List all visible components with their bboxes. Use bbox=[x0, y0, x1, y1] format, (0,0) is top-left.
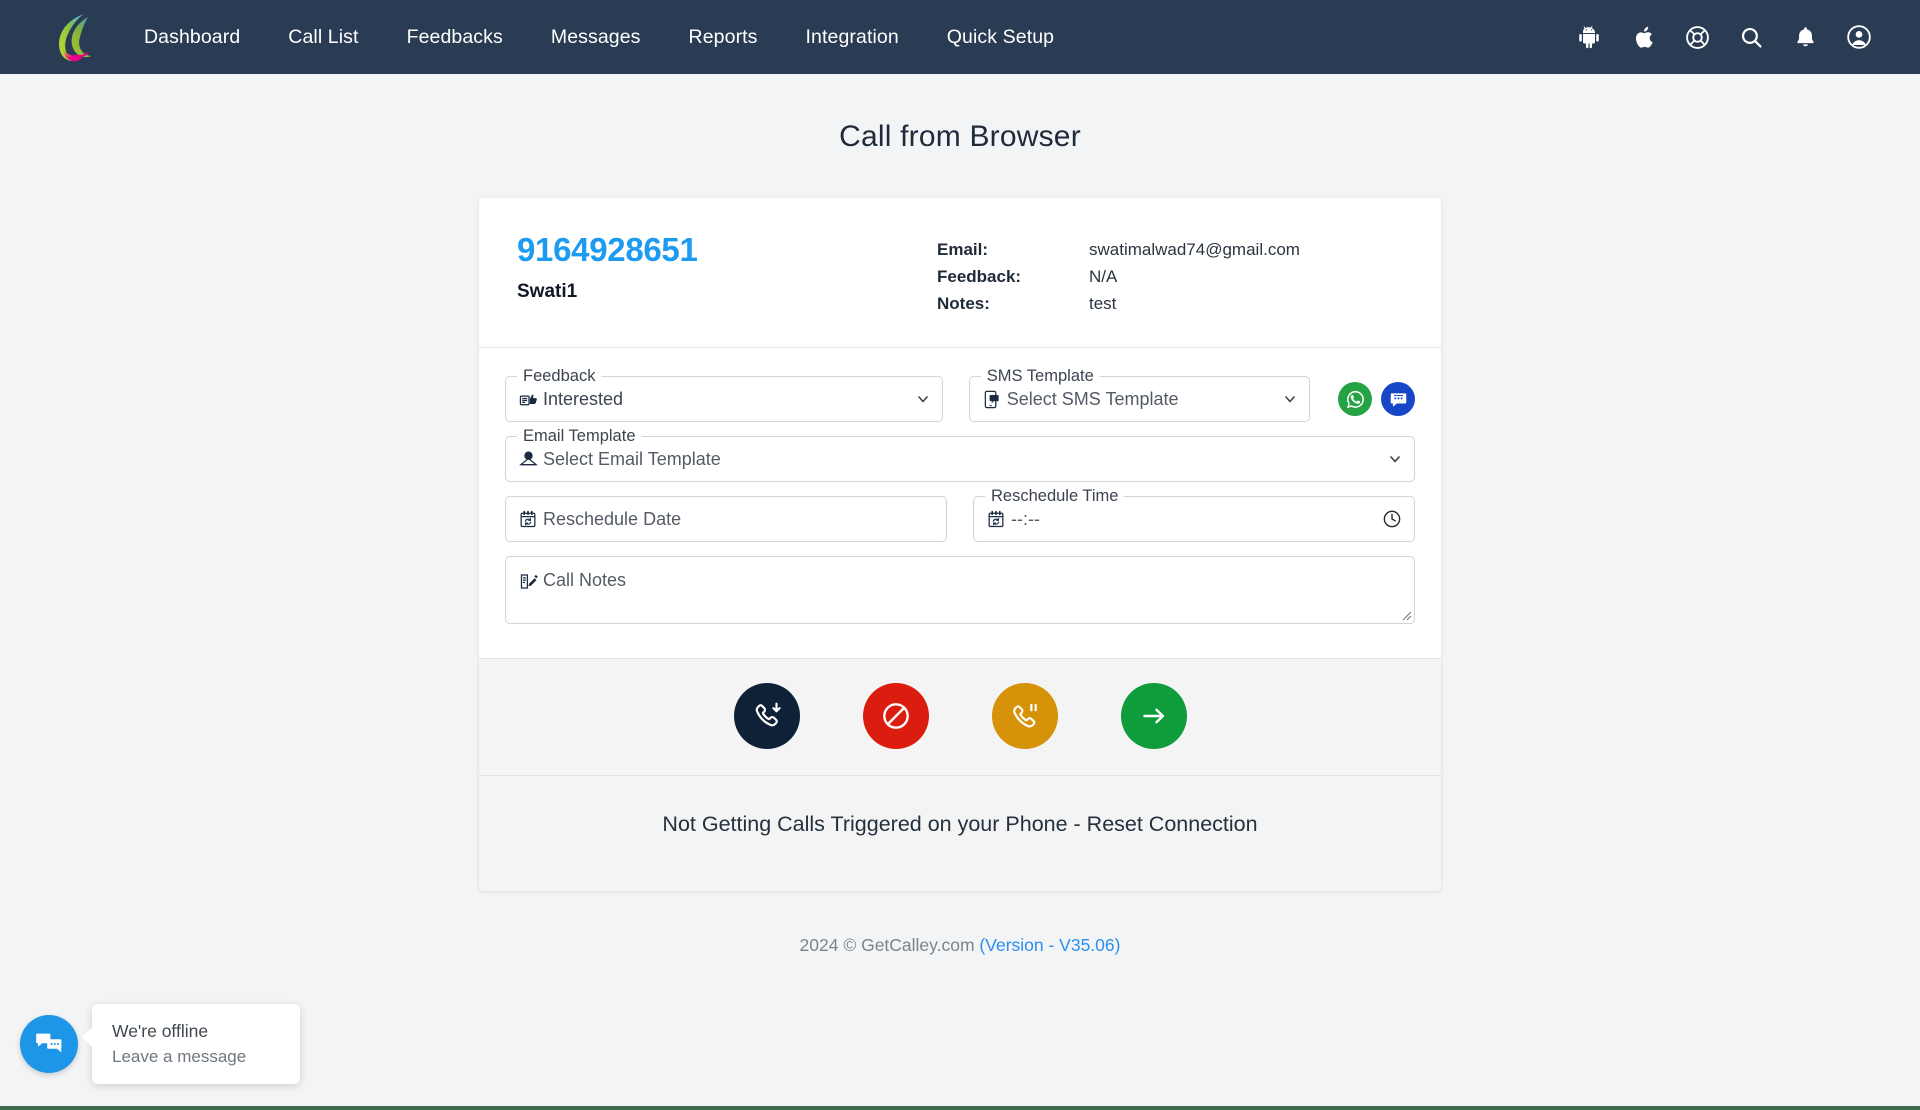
top-navigation-bar: Dashboard Call List Feedbacks Messages R… bbox=[0, 0, 1920, 74]
nav-link-feedbacks[interactable]: Feedbacks bbox=[383, 16, 527, 59]
email-at-envelope-icon: @ bbox=[518, 449, 538, 469]
call-form: Feedback Interested SMS Template Select … bbox=[479, 348, 1441, 658]
chevron-down-icon bbox=[1283, 392, 1297, 406]
primary-nav: Dashboard Call List Feedbacks Messages R… bbox=[120, 16, 1078, 59]
notes-label: Notes: bbox=[937, 294, 990, 313]
reschedule-date-input[interactable]: Reschedule Date bbox=[505, 496, 947, 542]
reschedule-time-input[interactable]: Reschedule Time --:-- bbox=[973, 486, 1415, 542]
sms-template-value-text: Select SMS Template bbox=[1006, 388, 1179, 409]
feedback-value-text: Interested bbox=[543, 388, 624, 409]
call-notes-textarea[interactable]: Call Notes bbox=[505, 556, 1415, 624]
page-body: Call from Browser 9164928651 Swati1 Emai… bbox=[0, 74, 1920, 1110]
svg-text:@: @ bbox=[525, 453, 530, 459]
thumbs-up-note-icon bbox=[518, 389, 538, 409]
feedback-select[interactable]: Feedback Interested bbox=[505, 366, 943, 422]
calendar-refresh-icon bbox=[518, 509, 538, 529]
chat-bubbles-icon[interactable] bbox=[20, 1015, 78, 1073]
call-download-button[interactable] bbox=[733, 683, 800, 749]
feedback-value: N/A bbox=[1089, 267, 1118, 286]
feedback-legend: Feedback bbox=[517, 366, 602, 386]
email-value: swatimalwad74@gmail.com bbox=[1089, 240, 1300, 259]
contact-header: 9164928651 Swati1 Email: swatimalwad74@g… bbox=[479, 198, 1441, 348]
calendar-refresh-icon bbox=[986, 509, 1006, 529]
feedback-label: Feedback: bbox=[937, 267, 1022, 286]
contact-name: Swati1 bbox=[517, 281, 578, 303]
chat-offline-tooltip[interactable]: We're offline Leave a message bbox=[92, 1004, 300, 1084]
user-account-icon[interactable] bbox=[1846, 24, 1872, 50]
contact-identity: 9164928651 Swati1 bbox=[517, 231, 937, 317]
reschedule-time-legend: Reschedule Time bbox=[985, 486, 1125, 506]
pause-call-button[interactable] bbox=[991, 683, 1058, 749]
nav-link-quick-setup[interactable]: Quick Setup bbox=[923, 16, 1078, 59]
contact-notes-row: Notes: test bbox=[937, 290, 1403, 317]
footer-copyright: 2024 © GetCalley.com bbox=[799, 935, 975, 955]
reschedule-date-placeholder: Reschedule Date bbox=[543, 508, 682, 529]
search-icon[interactable] bbox=[1738, 24, 1764, 50]
notification-bell-icon[interactable] bbox=[1792, 24, 1818, 50]
block-call-button[interactable] bbox=[862, 683, 929, 749]
whatsapp-send-button[interactable] bbox=[1338, 382, 1372, 416]
reset-connection-link[interactable]: Not Getting Calls Triggered on your Phon… bbox=[662, 812, 1257, 836]
sms-template-select[interactable]: SMS Template Select SMS Template bbox=[968, 366, 1310, 422]
contact-details: Email: swatimalwad74@gmail.com Feedback:… bbox=[937, 232, 1403, 317]
email-template-select[interactable]: Email Template @ Select Email Template bbox=[505, 426, 1415, 482]
email-label: Email: bbox=[937, 240, 989, 259]
page-title: Call from Browser bbox=[839, 120, 1081, 153]
chat-offline-subtitle: Leave a message bbox=[112, 1047, 247, 1066]
nav-link-dashboard[interactable]: Dashboard bbox=[120, 16, 264, 59]
contact-phone-number[interactable]: 9164928651 bbox=[517, 231, 937, 268]
form-row-feedback: Feedback Interested SMS Template Select … bbox=[505, 366, 1415, 422]
life-ring-support-icon[interactable] bbox=[1684, 24, 1710, 50]
chevron-down-icon bbox=[916, 392, 930, 406]
contact-email-row: Email: swatimalwad74@gmail.com bbox=[937, 236, 1403, 263]
mobile-message-icon bbox=[982, 389, 1002, 409]
form-row-email-template: Email Template @ Select Email Template bbox=[505, 426, 1415, 482]
note-pen-icon bbox=[518, 571, 538, 591]
email-template-legend: Email Template bbox=[517, 426, 642, 446]
bottom-accent-bar bbox=[0, 1106, 1920, 1110]
chevron-down-icon bbox=[1388, 452, 1402, 466]
textarea-resize-handle[interactable] bbox=[1401, 610, 1412, 621]
reschedule-time-value: --:-- bbox=[1011, 508, 1040, 529]
footer-version-link[interactable]: (Version - V35.06) bbox=[979, 935, 1120, 955]
contact-feedback-row: Feedback: N/A bbox=[937, 263, 1403, 290]
notes-value: test bbox=[1089, 294, 1117, 313]
email-template-value-text: Select Email Template bbox=[543, 448, 721, 469]
nav-link-call-list[interactable]: Call List bbox=[264, 16, 382, 59]
apple-icon[interactable] bbox=[1630, 24, 1656, 50]
call-action-buttons bbox=[479, 658, 1441, 775]
chat-offline-title: We're offline bbox=[112, 1021, 209, 1041]
nav-icon-group bbox=[1576, 24, 1890, 50]
form-row-reschedule: Reschedule Date Reschedule Time --:-- bbox=[505, 486, 1415, 542]
sms-send-button[interactable] bbox=[1381, 382, 1415, 416]
reset-connection-section: Not Getting Calls Triggered on your Phon… bbox=[479, 775, 1441, 891]
calley-logo[interactable] bbox=[52, 11, 96, 63]
footer: 2024 © GetCalley.com (Version - V35.06) bbox=[0, 935, 1920, 956]
call-card: 9164928651 Swati1 Email: swatimalwad74@g… bbox=[479, 198, 1441, 891]
form-row-call-notes: Call Notes bbox=[505, 556, 1415, 624]
nav-link-messages[interactable]: Messages bbox=[527, 16, 665, 59]
nav-link-reports[interactable]: Reports bbox=[665, 16, 782, 59]
clock-icon[interactable] bbox=[1382, 509, 1402, 529]
sms-template-legend: SMS Template bbox=[980, 366, 1100, 386]
next-call-button[interactable] bbox=[1120, 683, 1187, 749]
message-send-buttons bbox=[1336, 376, 1415, 422]
android-icon[interactable] bbox=[1576, 24, 1602, 50]
call-notes-placeholder: Call Notes bbox=[543, 570, 627, 590]
nav-link-integration[interactable]: Integration bbox=[782, 16, 923, 59]
chat-widget: We're offline Leave a message bbox=[20, 1004, 300, 1084]
